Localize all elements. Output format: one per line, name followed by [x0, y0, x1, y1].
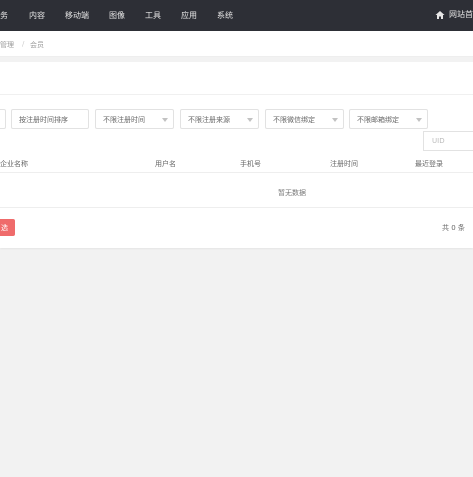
chevron-down-icon	[416, 118, 422, 122]
reg-source-select-value: 不限注册来源	[188, 116, 230, 124]
chevron-down-icon	[162, 118, 168, 122]
site-home-link[interactable]: 网站首	[435, 9, 473, 20]
uid-input[interactable]: UID	[423, 131, 473, 151]
column-header-reg-time: 注册时间	[330, 160, 358, 168]
chevron-down-icon	[247, 118, 253, 122]
breadcrumb-item-manage[interactable]: 管理	[0, 40, 14, 50]
column-header-username: 用户名	[155, 160, 176, 168]
table-bottom-divider	[0, 207, 473, 208]
nav-item-system[interactable]: 系统	[217, 10, 233, 21]
reg-time-select[interactable]: 不限注册时间	[95, 109, 174, 129]
sort-select[interactable]: 按注册时间排序	[11, 109, 89, 129]
breadcrumb-separator: /	[22, 40, 25, 48]
nav-item-image[interactable]: 图像	[109, 10, 125, 21]
nav-item-apps[interactable]: 应用	[181, 10, 197, 21]
panel-header	[0, 62, 473, 95]
empty-state-text: 暂无数据	[278, 189, 306, 197]
nav-item-service[interactable]: 务	[0, 10, 8, 21]
nav-item-tools[interactable]: 工具	[145, 10, 161, 21]
filter-select-partial[interactable]	[0, 109, 6, 129]
column-header-last-login: 最近登录	[415, 160, 443, 168]
uid-input-placeholder: UID	[432, 137, 445, 145]
chevron-down-icon	[332, 118, 338, 122]
home-icon	[435, 10, 445, 19]
wechat-select[interactable]: 不限微信绑定	[265, 109, 344, 129]
total-count: 共 0 条	[442, 224, 465, 232]
wechat-select-value: 不限微信绑定	[273, 116, 315, 124]
reg-source-select[interactable]: 不限注册来源	[180, 109, 259, 129]
nav-item-mobile[interactable]: 移动端	[65, 10, 89, 21]
column-header-company: 企业名称	[0, 160, 28, 168]
site-home-label: 网站首	[449, 10, 473, 19]
email-select[interactable]: 不限邮箱绑定	[349, 109, 428, 129]
nav-item-content[interactable]: 内容	[29, 10, 45, 21]
email-select-value: 不限邮箱绑定	[357, 116, 399, 124]
reg-time-select-value: 不限注册时间	[103, 116, 145, 124]
breadcrumb-item-members: 会员	[30, 41, 44, 49]
sort-select-value: 按注册时间排序	[19, 116, 68, 124]
top-navigation-bar: 务 内容 移动端 图像 工具 应用 系统 网站首	[0, 0, 473, 31]
batch-action-label: 选	[1, 224, 8, 232]
column-header-phone: 手机号	[240, 160, 261, 168]
breadcrumb: 管理 / 会员	[0, 31, 473, 57]
table-header-divider	[0, 172, 473, 173]
batch-action-button[interactable]: 选	[0, 219, 15, 236]
